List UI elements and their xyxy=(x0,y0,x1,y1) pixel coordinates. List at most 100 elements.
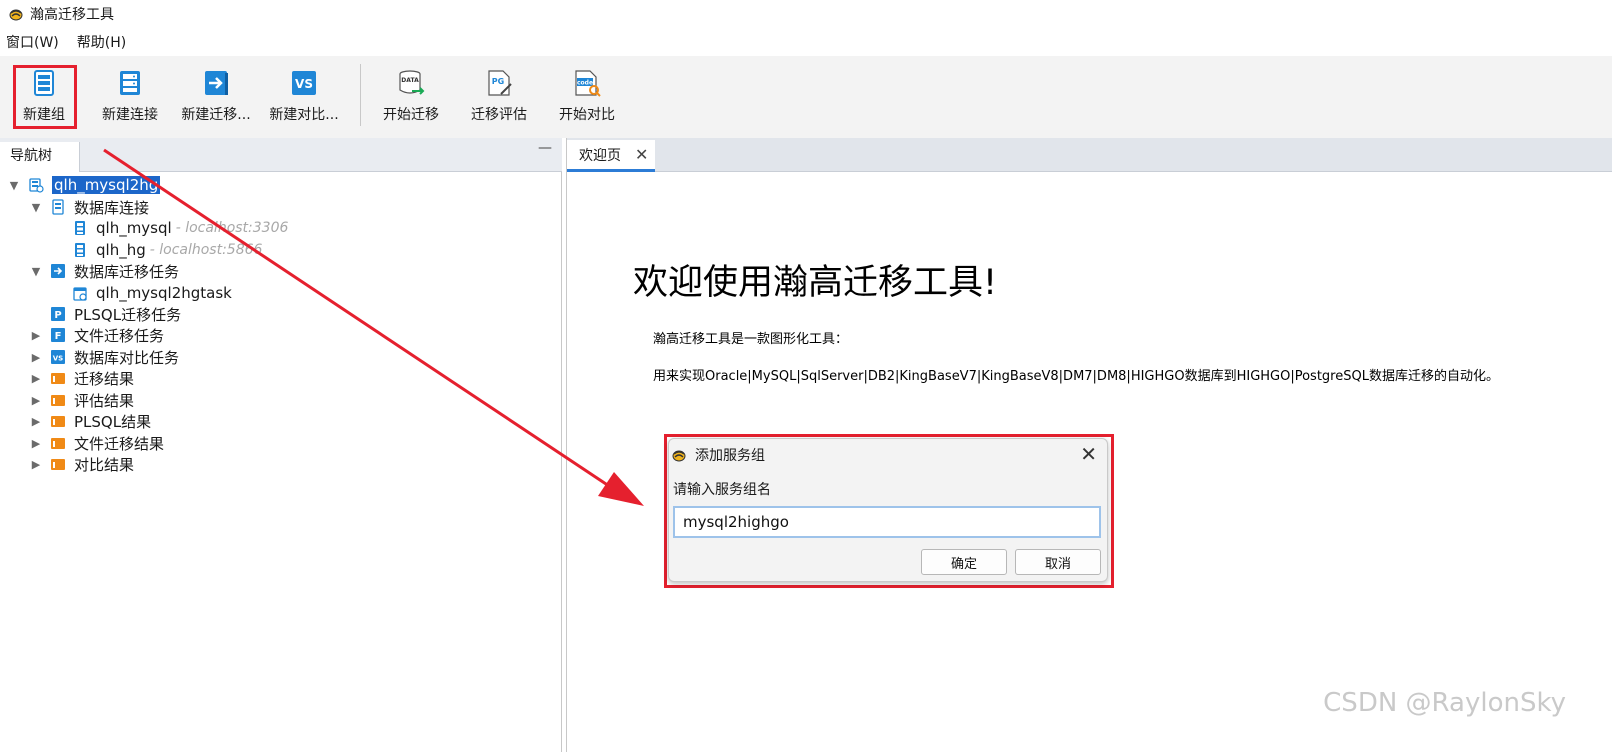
tree-node-db-connections[interactable]: ▼ 数据库连接 xyxy=(28,196,149,218)
app-logo-icon xyxy=(672,450,686,462)
database-connection-icon xyxy=(52,199,64,215)
tree-node-connection-hg[interactable]: qlh_hg - localhost:5866 xyxy=(72,239,262,261)
tree-node-label: 迁移结果 xyxy=(74,369,135,388)
new-compare-button[interactable]: VS 新建对比... xyxy=(266,60,342,132)
folder-icon xyxy=(51,395,65,406)
add-server-group-dialog: 添加服务组 ✕ 请输入服务组名 确定 取消 xyxy=(668,438,1108,582)
svg-text:PG: PG xyxy=(492,77,504,86)
expand-arrow-icon[interactable]: ▼ xyxy=(28,265,44,278)
toolbar-separator xyxy=(360,64,361,126)
data-migrate-icon: DATA xyxy=(399,70,425,95)
dialog-prompt: 请输入服务组名 xyxy=(673,482,771,498)
minimize-panel-button[interactable]: — xyxy=(538,140,552,156)
tree-node-label: 数据库迁移任务 xyxy=(74,262,180,281)
tree-node-label: qlh_hg xyxy=(96,241,146,259)
menu-help[interactable]: 帮助(H) xyxy=(77,32,126,52)
start-migration-label: 开始迁移 xyxy=(383,107,439,123)
dialog-title: 添加服务组 xyxy=(695,448,765,464)
collapse-arrow-icon[interactable]: ▶ xyxy=(28,437,44,450)
tab-strip: 欢迎页 ✕ xyxy=(567,138,1612,172)
menu-window[interactable]: 窗口(W) xyxy=(6,32,59,52)
toolbar: 新建组 新建连接 新建迁移... VS 新建对比... DATA 开始迁移 PG… xyxy=(0,56,1612,138)
navigation-header: 导航树 — xyxy=(0,138,562,172)
tree-node-migration-results[interactable]: ▶ 迁移结果 xyxy=(28,367,134,389)
collapse-arrow-icon[interactable]: ▶ xyxy=(28,458,44,471)
tree-node-label: 数据库连接 xyxy=(74,198,150,217)
confirm-button[interactable]: 确定 xyxy=(921,549,1007,575)
tab-navigation-tree[interactable]: 导航树 xyxy=(0,142,80,172)
expand-arrow-icon[interactable]: ▼ xyxy=(6,179,22,192)
tree-node-compare-results[interactable]: ▶ 对比结果 xyxy=(28,453,134,475)
tab-welcome[interactable]: 欢迎页 ✕ xyxy=(567,140,655,172)
tree-node-group[interactable]: ▼ qlh_mysql2hg xyxy=(6,174,161,196)
tree-node-db-compare-tasks[interactable]: ▶ VS 数据库对比任务 xyxy=(28,346,179,368)
tree-node-label: qlh_mysql xyxy=(96,219,172,237)
start-migration-button[interactable]: DATA 开始迁移 xyxy=(378,60,444,132)
folder-icon xyxy=(51,416,65,427)
tree-node-migration-task[interactable]: qlh_mysql2hgtask xyxy=(72,282,232,304)
start-compare-button[interactable]: code 开始对比 xyxy=(554,60,620,132)
vs-compare-icon: VS xyxy=(51,350,65,364)
vs-compare-icon: VS xyxy=(292,71,316,95)
tab-welcome-label: 欢迎页 xyxy=(579,147,621,164)
menu-bar: 窗口(W) 帮助(H) xyxy=(0,28,1612,56)
folder-icon xyxy=(51,438,65,449)
folder-icon xyxy=(51,459,65,470)
new-compare-label: 新建对比... xyxy=(269,107,339,123)
welcome-supported-databases: 用来实现Oracle|MySQL|SqlServer|DB2|KingBaseV… xyxy=(653,369,1499,384)
new-migration-button[interactable]: 新建迁移... xyxy=(178,60,254,132)
window-title: 瀚高迁移工具 xyxy=(30,7,114,23)
server-group-icon xyxy=(29,178,44,193)
welcome-title: 欢迎使用瀚高迁移工具! xyxy=(633,263,998,303)
connection-host: - localhost:5866 xyxy=(149,242,263,258)
close-icon[interactable]: ✕ xyxy=(1080,442,1097,466)
tree-node-file-migration-tasks[interactable]: ▶ F 文件迁移任务 xyxy=(28,324,164,346)
migration-evaluate-label: 迁移评估 xyxy=(471,107,527,123)
svg-text:DATA: DATA xyxy=(401,77,419,84)
collapse-arrow-icon[interactable]: ▶ xyxy=(28,394,44,407)
tree-node-label: 对比结果 xyxy=(74,455,135,474)
database-icon xyxy=(75,221,85,235)
collapse-arrow-icon[interactable]: ▶ xyxy=(28,351,44,364)
collapse-arrow-icon[interactable]: ▶ xyxy=(28,372,44,385)
tree-node-label: PLSQL迁移任务 xyxy=(74,305,182,324)
svg-text:VS: VS xyxy=(53,355,63,363)
tree-node-connection-mysql[interactable]: qlh_mysql - localhost:3306 xyxy=(72,217,288,239)
svg-text:VS: VS xyxy=(295,77,313,91)
watermark: CSDN @RaylonSky xyxy=(1323,688,1566,718)
navigation-panel: 导航树 — ▼ qlh_mysql2hg ▼ 数据库连接 qlh_mysql -… xyxy=(0,138,562,752)
svg-text:code: code xyxy=(577,80,593,87)
app-logo-icon xyxy=(9,9,23,21)
tree-node-label: 文件迁移任务 xyxy=(74,326,165,345)
connection-host: - localhost:3306 xyxy=(175,220,289,236)
task-calendar-icon xyxy=(73,287,87,301)
tree-node-evaluate-results[interactable]: ▶ 评估结果 xyxy=(28,389,134,411)
tree-node-label: qlh_mysql2hg xyxy=(52,176,161,194)
tree-node-file-migration-results[interactable]: ▶ 文件迁移结果 xyxy=(28,432,164,454)
title-bar: 瀚高迁移工具 xyxy=(0,0,1612,28)
cancel-button[interactable]: 取消 xyxy=(1015,549,1101,575)
expand-arrow-icon[interactable]: ▼ xyxy=(28,201,44,214)
code-compare-icon: code xyxy=(575,70,601,97)
welcome-description: 瀚高迁移工具是一款图形化工具： xyxy=(653,332,849,347)
tree-node-label: PLSQL结果 xyxy=(74,412,152,431)
group-name-input[interactable] xyxy=(673,506,1101,538)
tree-node-label: 数据库对比任务 xyxy=(74,348,180,367)
svg-text:F: F xyxy=(55,331,62,342)
folder-icon xyxy=(51,373,65,384)
tree-node-plsql-results[interactable]: ▶ PLSQL结果 xyxy=(28,410,151,432)
new-connection-button[interactable]: 新建连接 xyxy=(98,60,162,132)
annotation-highlight-new-group xyxy=(13,65,77,129)
plsql-icon: P xyxy=(51,307,65,321)
collapse-arrow-icon[interactable]: ▶ xyxy=(28,415,44,428)
svg-text:P: P xyxy=(54,310,61,321)
file-icon: F xyxy=(51,328,65,342)
migration-arrow-icon xyxy=(51,264,65,278)
tree-node-plsql-tasks[interactable]: P PLSQL迁移任务 xyxy=(50,303,181,325)
tree-node-db-migration-tasks[interactable]: ▼ 数据库迁移任务 xyxy=(28,260,179,282)
new-migration-label: 新建迁移... xyxy=(181,107,251,123)
close-icon[interactable]: ✕ xyxy=(635,145,648,164)
start-compare-label: 开始对比 xyxy=(559,107,615,123)
collapse-arrow-icon[interactable]: ▶ xyxy=(28,329,44,342)
migration-evaluate-button[interactable]: PG 迁移评估 xyxy=(466,60,532,132)
